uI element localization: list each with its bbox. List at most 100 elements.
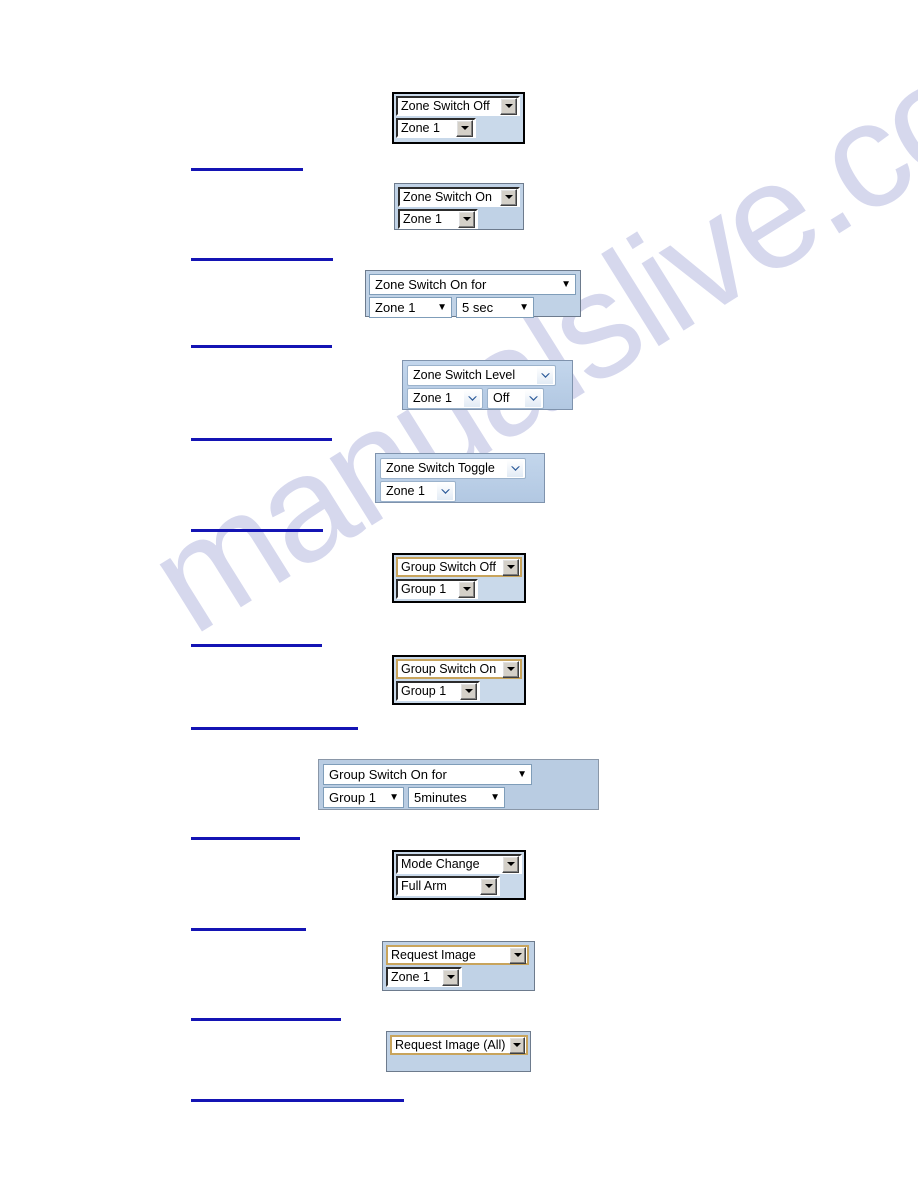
- dropdown-value: 5minutes: [414, 790, 467, 805]
- triangle-down-icon: [506, 862, 515, 866]
- dropdown-arrow-icon[interactable]: ▼: [490, 792, 500, 803]
- dropdown-value: Zone Switch On for: [375, 277, 487, 292]
- dropdown-value: Zone 1: [403, 212, 442, 226]
- dropdown-arrow-icon[interactable]: [500, 97, 517, 115]
- dropdown-request-image[interactable]: Request Image: [386, 945, 529, 965]
- widget-row: Group Switch Off: [396, 557, 522, 577]
- dropdown-value: Zone Switch Off: [401, 99, 490, 113]
- redacted-caption-line: [191, 837, 300, 840]
- widget-panel-group-switch-off: Group Switch Off Group 1: [392, 553, 526, 603]
- widget-panel-zone-switch-toggle: Zone Switch Toggle Zone 1: [375, 453, 545, 503]
- dropdown-arrow-icon[interactable]: [480, 877, 497, 895]
- dropdown-value: Zone 1: [386, 484, 425, 498]
- widget-panel-zone-switch-level: Zone Switch Level Zone 1 Off: [402, 360, 573, 410]
- dropdown-arrow-icon[interactable]: ▼: [561, 279, 571, 290]
- redacted-caption-line: [191, 644, 322, 647]
- chevron-down-icon[interactable]: [525, 390, 541, 407]
- dropdown-value: Mode Change: [401, 857, 480, 871]
- triangle-down-icon: [506, 565, 515, 569]
- dropdown-zone-switch-level[interactable]: Zone Switch Level: [407, 365, 556, 386]
- triangle-down-icon: [484, 884, 493, 888]
- widget-row: Group Switch On for ▼: [323, 764, 594, 785]
- dropdown-off[interactable]: Off: [487, 388, 544, 409]
- dropdown-5-sec[interactable]: 5 sec ▼: [456, 297, 534, 318]
- widget-row: Full Arm: [396, 876, 522, 896]
- dropdown-value: Group 1: [401, 582, 447, 596]
- redacted-caption-line: [191, 1099, 404, 1102]
- widget-row: Group 1: [396, 579, 522, 599]
- dropdown-arrow-icon[interactable]: ▼: [437, 302, 447, 313]
- dropdown-value: Zone Switch On: [403, 190, 492, 204]
- dropdown-request-image-all[interactable]: Request Image (All): [390, 1035, 528, 1055]
- dropdown-zone-1[interactable]: Zone 1: [407, 388, 483, 409]
- dropdown-group-switch-on-for[interactable]: Group Switch On for ▼: [323, 764, 532, 785]
- widget-row: Zone 1: [386, 967, 531, 987]
- dropdown-value: Full Arm: [401, 879, 447, 893]
- widget-panel-group-switch-on: Group Switch On Group 1: [392, 655, 526, 705]
- dropdown-value: Group Switch On: [401, 662, 497, 676]
- widget-panel-zone-switch-on: Zone Switch On Zone 1: [394, 183, 524, 230]
- widget-row: Group Switch On: [396, 659, 522, 679]
- redacted-caption-line: [191, 928, 306, 931]
- dropdown-full-arm[interactable]: Full Arm: [396, 876, 500, 896]
- dropdown-zone-1[interactable]: Zone 1: [380, 481, 456, 502]
- dropdown-arrow-icon[interactable]: [502, 558, 519, 576]
- widget-row: Zone 1 Off: [407, 388, 568, 409]
- dropdown-arrow-icon[interactable]: [502, 855, 519, 873]
- triangle-down-icon: [504, 104, 513, 108]
- triangle-down-icon: [513, 953, 522, 957]
- chevron-down-icon[interactable]: [437, 483, 453, 500]
- dropdown-arrow-icon[interactable]: [460, 682, 477, 700]
- widget-row: Mode Change: [396, 854, 522, 874]
- chevron-down-icon[interactable]: [537, 367, 553, 384]
- dropdown-arrow-icon[interactable]: [509, 1036, 525, 1054]
- dropdown-group-switch-on[interactable]: Group Switch On: [396, 659, 522, 679]
- dropdown-value: Zone Switch Toggle: [386, 461, 495, 475]
- dropdown-group-switch-off[interactable]: Group Switch Off: [396, 557, 522, 577]
- dropdown-arrow-icon[interactable]: [458, 210, 475, 228]
- dropdown-value: Zone 1: [401, 121, 440, 135]
- dropdown-arrow-icon[interactable]: ▼: [389, 792, 399, 803]
- dropdown-value: 5 sec: [462, 300, 494, 315]
- dropdown-value: Request Image: [391, 948, 476, 962]
- dropdown-value: Group 1: [401, 684, 447, 698]
- widget-row: Zone Switch On: [398, 187, 520, 207]
- dropdown-value: Request Image (All): [395, 1038, 506, 1052]
- redacted-caption-line: [191, 168, 303, 171]
- dropdown-arrow-icon[interactable]: [509, 946, 526, 964]
- redacted-caption-line: [191, 258, 333, 261]
- chevron-down-icon[interactable]: [507, 460, 523, 477]
- widget-panel-group-switch-on-for: Group Switch On for ▼ Group 1 ▼ 5minutes ▼: [318, 759, 599, 810]
- dropdown-arrow-icon[interactable]: [456, 119, 473, 137]
- widget-row: Zone Switch Level: [407, 365, 568, 386]
- widget-panel-request-image-all: Request Image (All): [386, 1031, 531, 1072]
- dropdown-arrow-icon[interactable]: ▼: [517, 769, 527, 780]
- dropdown-mode-change[interactable]: Mode Change: [396, 854, 522, 874]
- dropdown-zone-switch-on-for[interactable]: Zone Switch On for ▼: [369, 274, 576, 295]
- dropdown-group-1[interactable]: Group 1: [396, 579, 478, 599]
- dropdown-zone-switch-off[interactable]: Zone Switch Off: [396, 96, 520, 116]
- triangle-down-icon: [513, 1043, 522, 1047]
- dropdown-zone-1[interactable]: Zone 1: [386, 967, 462, 987]
- chevron-down-icon[interactable]: [464, 390, 480, 407]
- dropdown-zone-1[interactable]: Zone 1 ▼: [369, 297, 452, 318]
- dropdown-5minutes[interactable]: 5minutes ▼: [408, 787, 505, 808]
- dropdown-value: Group Switch On for: [329, 767, 447, 782]
- dropdown-zone-switch-on[interactable]: Zone Switch On: [398, 187, 520, 207]
- dropdown-arrow-icon[interactable]: [502, 660, 519, 678]
- triangle-down-icon: [504, 195, 513, 199]
- dropdown-arrow-icon[interactable]: [500, 188, 517, 206]
- dropdown-group-1[interactable]: Group 1: [396, 681, 480, 701]
- redacted-caption-line: [191, 1018, 341, 1021]
- triangle-down-icon: [462, 217, 471, 221]
- dropdown-arrow-icon[interactable]: [458, 580, 475, 598]
- dropdown-arrow-icon[interactable]: [442, 968, 459, 986]
- dropdown-zone-switch-toggle[interactable]: Zone Switch Toggle: [380, 458, 526, 479]
- dropdown-zone-1[interactable]: Zone 1: [398, 209, 478, 229]
- dropdown-group-1[interactable]: Group 1 ▼: [323, 787, 404, 808]
- dropdown-zone-1[interactable]: Zone 1: [396, 118, 476, 138]
- dropdown-arrow-icon[interactable]: ▼: [519, 302, 529, 313]
- widget-row: Zone Switch Toggle: [380, 458, 540, 479]
- widget-panel-zone-switch-off: Zone Switch Off Zone 1: [392, 92, 525, 144]
- widget-row: Zone 1: [396, 118, 521, 138]
